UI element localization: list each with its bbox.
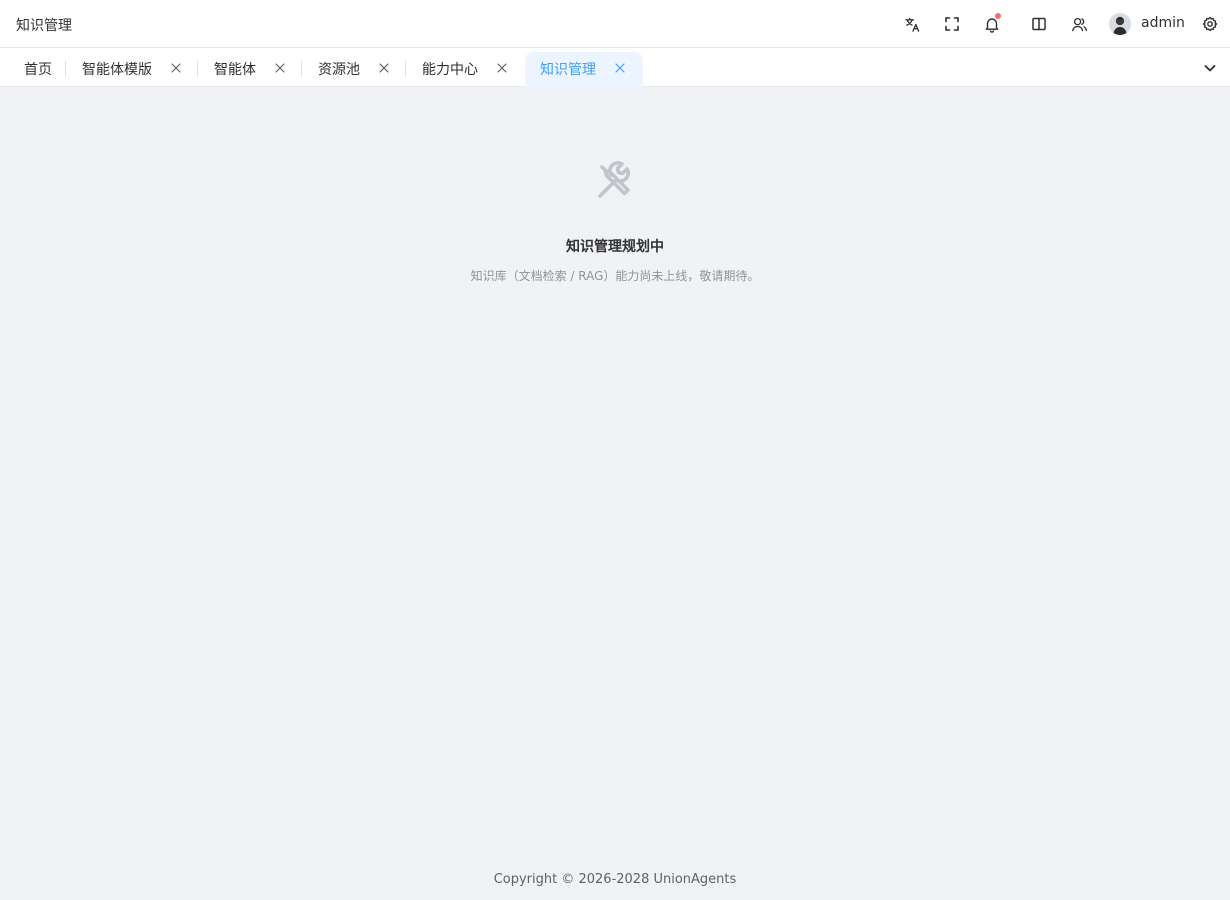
book-icon[interactable]	[1029, 14, 1049, 34]
close-icon[interactable]	[614, 59, 626, 73]
close-icon[interactable]	[274, 59, 286, 73]
tab-knowledge-management[interactable]: 知识管理	[540, 52, 596, 86]
tab-label: 能力中心	[422, 62, 478, 78]
tabs-bar: 首页 智能体模版 智能体 资源池 能力中心 知识管理	[0, 48, 1230, 87]
empty-state-title: 知识管理规划中	[566, 239, 664, 255]
bell-icon[interactable]	[982, 13, 1002, 34]
settings-icon[interactable]	[1200, 14, 1220, 34]
tab-label: 资源池	[318, 62, 360, 78]
chevron-down-icon[interactable]	[1202, 60, 1218, 76]
tab-resource-pool[interactable]: 资源池	[318, 52, 360, 86]
tab-agents[interactable]: 智能体	[214, 52, 256, 86]
tab-divider	[405, 61, 406, 76]
close-icon[interactable]	[496, 59, 508, 73]
avatar[interactable]	[1109, 13, 1131, 35]
tab-divider	[197, 61, 198, 76]
users-icon[interactable]	[1069, 14, 1089, 34]
top-header: 知识管理 admin	[0, 0, 1230, 48]
tab-divider	[65, 61, 66, 76]
tab-label: 首页	[24, 62, 52, 78]
notification-dot	[995, 13, 1001, 19]
tools-icon	[594, 160, 636, 202]
empty-state: 知识管理规划中 知识库（文档检索 / RAG）能力尚未上线，敬请期待。	[0, 160, 1230, 284]
fullscreen-icon[interactable]	[942, 14, 962, 34]
tab-label: 智能体模版	[82, 62, 152, 78]
tab-agent-templates[interactable]: 智能体模版	[82, 52, 152, 86]
translate-icon[interactable]	[902, 14, 922, 34]
empty-state-description: 知识库（文档检索 / RAG）能力尚未上线，敬请期待。	[470, 269, 760, 283]
close-icon[interactable]	[170, 59, 182, 73]
tab-label: 智能体	[214, 62, 256, 78]
tab-divider	[301, 61, 302, 76]
tab-home[interactable]: 首页	[24, 52, 52, 86]
page-title: 知识管理	[16, 18, 72, 34]
copyright-footer: Copyright © 2026-2028 UnionAgents	[493, 872, 737, 887]
username[interactable]: admin	[1141, 15, 1185, 31]
tab-capability-center[interactable]: 能力中心	[422, 52, 478, 86]
close-icon[interactable]	[378, 59, 390, 73]
tab-label: 知识管理	[540, 62, 596, 78]
